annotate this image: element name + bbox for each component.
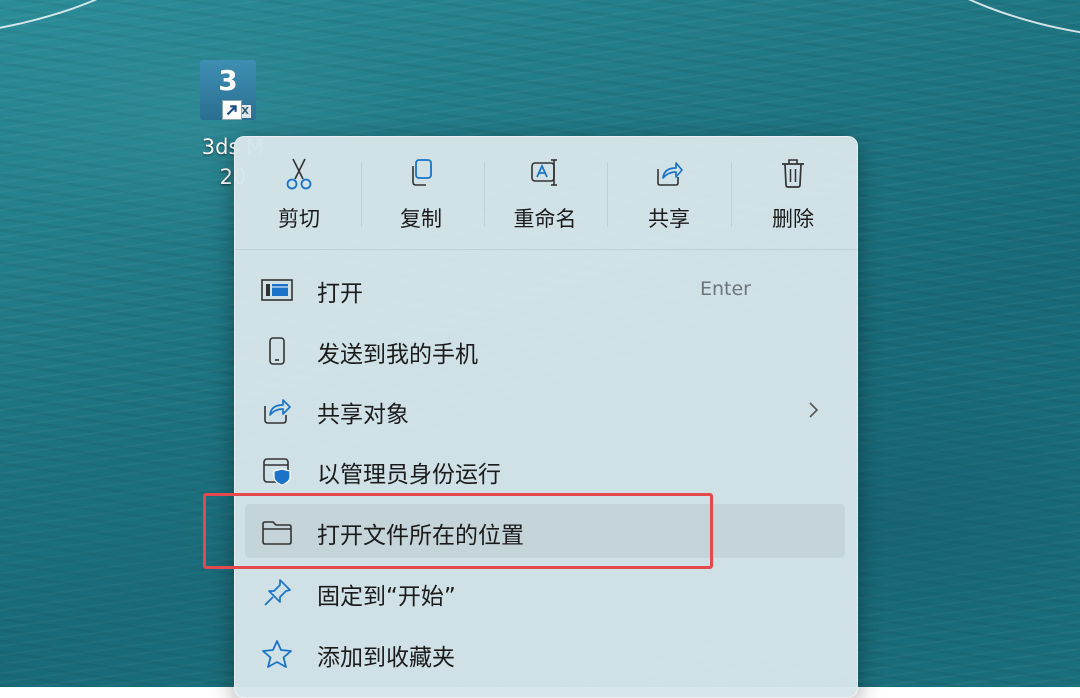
trash-icon: [782, 159, 804, 188]
rename-button-label: 重命名: [513, 207, 577, 231]
menu-item-run-as-admin[interactable]: 以管理员身份运行: [245, 443, 845, 497]
toolbar-divider: [731, 163, 732, 227]
context-menu-toolbar: 剪切 复制 重命名 共享 删除: [235, 137, 857, 249]
scissors-icon: [286, 158, 312, 190]
menu-item-send-to-phone[interactable]: 发送到我的手机: [245, 323, 845, 377]
delete-button-label: 删除: [772, 207, 814, 231]
menu-item-open-shortcut: Enter: [700, 278, 751, 300]
chevron-right-icon: [809, 402, 819, 418]
app-tile-number: 3: [218, 64, 238, 97]
toolbar-divider: [607, 163, 608, 227]
toolbar-separator: [235, 249, 857, 250]
rename-icon: [531, 159, 557, 186]
copy-icon: [412, 159, 432, 186]
delete-button[interactable]: 删除: [733, 157, 853, 241]
star-icon: [262, 640, 292, 668]
cut-button-label: 剪切: [278, 207, 320, 231]
share-button-label: 共享: [648, 207, 690, 231]
share-icon: [264, 399, 291, 424]
copy-button-label: 复制: [400, 207, 442, 231]
rename-button[interactable]: 重命名: [485, 157, 605, 241]
menu-item-pin-to-start-label: 固定到“开始”: [317, 584, 456, 610]
share-button[interactable]: 共享: [609, 157, 729, 241]
pin-icon: [264, 579, 291, 606]
phone-icon: [269, 337, 285, 365]
3dsmax-app-icon: 3 MAX: [200, 60, 256, 120]
menu-item-run-as-admin-label: 以管理员身份运行: [317, 462, 501, 488]
menu-item-open-label: 打开: [317, 281, 363, 307]
menu-item-open[interactable]: 打开 Enter: [245, 262, 845, 316]
menu-item-send-to-phone-label: 发送到我的手机: [317, 342, 478, 368]
menu-item-add-to-favorites-label: 添加到收藏夹: [317, 645, 455, 671]
admin-shield-icon: [263, 458, 291, 486]
context-menu: 剪切 复制 重命名 共享 删除 打开 Enter 发送到我的手机 共享对象 以管…: [234, 136, 858, 698]
menu-item-pin-to-start[interactable]: 固定到“开始”: [245, 565, 845, 619]
menu-item-share-object-label: 共享对象: [317, 402, 409, 428]
wallpaper-arc-left: [0, 0, 183, 63]
open-window-icon: [261, 279, 293, 301]
wallpaper-arc-right: [868, 0, 1080, 70]
shortcut-arrow-icon: [222, 100, 242, 120]
menu-item-share-object[interactable]: 共享对象: [245, 383, 845, 437]
menu-item-add-to-favorites[interactable]: 添加到收藏夹: [245, 626, 845, 680]
cut-button[interactable]: 剪切: [239, 157, 359, 241]
annotation-highlight-box: [203, 493, 713, 569]
copy-button[interactable]: 复制: [361, 157, 481, 241]
share-icon: [657, 162, 683, 186]
